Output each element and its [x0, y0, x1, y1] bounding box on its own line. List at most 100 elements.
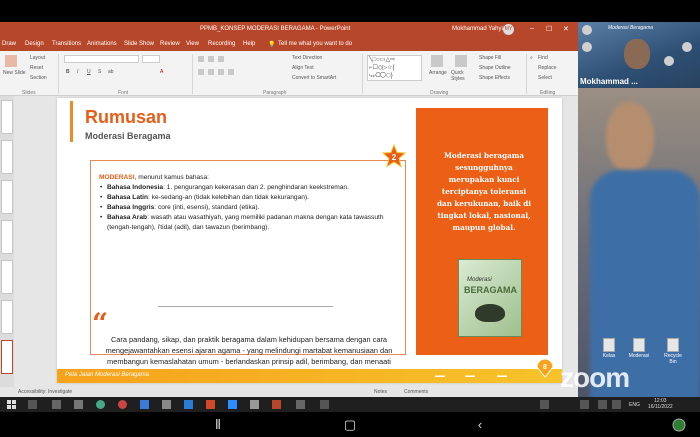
- app-icon[interactable]: [296, 400, 305, 409]
- volume-icon[interactable]: [612, 400, 621, 409]
- windows-start-icon[interactable]: [7, 400, 16, 409]
- clock[interactable]: 12:03 16/11/2022: [648, 398, 673, 410]
- tab-help[interactable]: Help: [243, 41, 255, 47]
- arrange-button[interactable]: Arrange: [429, 70, 447, 76]
- back-icon[interactable]: ‹: [470, 417, 490, 432]
- book-cover-image: Moderasi BERAGAMA: [458, 259, 522, 337]
- slide-thumbnail[interactable]: [1, 100, 13, 134]
- slide-canvas[interactable]: Rumusan Moderasi Beragama MODERASI, menu…: [57, 98, 562, 397]
- edge-icon[interactable]: [140, 400, 149, 409]
- list-item: Bahasa Inggris: core (inti, esensi), sta…: [99, 203, 399, 213]
- notes-button[interactable]: Notes: [374, 389, 387, 395]
- shape-effects-button[interactable]: Shape Effects: [479, 75, 510, 81]
- slide-thumbnail-selected[interactable]: [1, 340, 13, 374]
- search-icon[interactable]: [28, 400, 37, 409]
- footer-logo-icon: ▬▬: [465, 373, 475, 379]
- numbering-icon[interactable]: [208, 56, 214, 62]
- avatar[interactable]: MY: [503, 24, 514, 35]
- tab-review[interactable]: Review: [160, 41, 180, 47]
- tab-transitions[interactable]: Transitions: [52, 41, 81, 47]
- slide-thumbnail[interactable]: [1, 300, 13, 334]
- user-name[interactable]: Mokhammad Yahya: [452, 26, 505, 32]
- reset-button[interactable]: Reset: [30, 65, 43, 71]
- slide-thumbnail[interactable]: [1, 140, 13, 174]
- font-color-icon[interactable]: A: [160, 69, 163, 75]
- slide-thumbnail[interactable]: [1, 220, 13, 254]
- indent-icon[interactable]: [218, 56, 224, 62]
- bold-icon[interactable]: B: [66, 69, 70, 75]
- tab-animations[interactable]: Animations: [87, 41, 117, 47]
- align-right-icon[interactable]: [218, 69, 224, 75]
- text-direction-button[interactable]: Text Direction: [292, 55, 322, 61]
- shadow-icon[interactable]: S: [98, 69, 101, 75]
- align-center-icon[interactable]: [208, 69, 214, 75]
- select-button[interactable]: Select: [538, 75, 552, 81]
- zoom-video-main[interactable]: Kelas Moderasi Recycle Bin: [578, 88, 700, 398]
- slide-thumbnail[interactable]: [1, 180, 13, 214]
- powerpoint-taskbar-icon[interactable]: [272, 400, 281, 409]
- strikethrough-icon[interactable]: ab: [108, 69, 114, 75]
- recent-apps-icon[interactable]: ⦀: [208, 417, 228, 433]
- bullets-icon[interactable]: [198, 56, 204, 62]
- new-slide-button[interactable]: New Slide: [3, 70, 26, 76]
- quick-styles-button[interactable]: Quick Styles: [451, 70, 473, 82]
- tray-icon[interactable]: [580, 400, 589, 409]
- arrange-icon[interactable]: [431, 55, 443, 67]
- justify-icon[interactable]: [228, 69, 234, 75]
- smartart-button[interactable]: Convert to SmartArt: [292, 75, 336, 81]
- title-bar: PPMB_KONSEP MODERASI BERAGAMA - PowerPoi…: [0, 22, 578, 37]
- font-size-box[interactable]: [142, 55, 160, 63]
- shape-fill-button[interactable]: Shape Fill: [479, 55, 501, 61]
- tray-icon[interactable]: [540, 400, 549, 409]
- replace-button[interactable]: Replace: [538, 65, 556, 71]
- app-icon[interactable]: [162, 400, 171, 409]
- language-indicator[interactable]: ENG: [629, 402, 640, 408]
- tab-design[interactable]: Design: [25, 41, 44, 47]
- android-nav-bar: ⦀ ▢ ‹: [0, 412, 700, 437]
- new-slide-icon[interactable]: [5, 55, 17, 67]
- slide-thumbnail[interactable]: [1, 260, 13, 294]
- word-icon[interactable]: [184, 400, 193, 409]
- desktop-icon-kelas[interactable]: Kelas: [598, 338, 620, 359]
- underline-icon[interactable]: U: [87, 69, 91, 75]
- layout-button[interactable]: Layout: [30, 55, 45, 61]
- zoom-taskbar-icon[interactable]: [228, 400, 237, 409]
- chrome-icon[interactable]: [96, 400, 105, 409]
- explorer-icon[interactable]: [74, 400, 83, 409]
- align-left-icon[interactable]: [198, 69, 204, 75]
- font-name-box[interactable]: [64, 55, 139, 63]
- desktop-icon-moderasi[interactable]: Moderasi: [628, 338, 650, 359]
- tray-icon[interactable]: [598, 400, 607, 409]
- accessibility-status[interactable]: Accessibility: Investigate: [18, 389, 72, 395]
- desktop-icon-recycle-bin[interactable]: Recycle Bin: [662, 338, 684, 365]
- comments-button[interactable]: Comments: [404, 389, 428, 395]
- tab-recording[interactable]: Recording: [208, 41, 235, 47]
- shield-icon[interactable]: [672, 418, 686, 432]
- browser-icon[interactable]: [118, 400, 127, 409]
- minimize-icon[interactable]: –: [530, 25, 534, 32]
- app-icon[interactable]: [206, 400, 215, 409]
- task-view-icon[interactable]: [52, 400, 61, 409]
- shapes-gallery[interactable]: ╲□○▭△⇨ ⌐☐◇▷☆{⤷⤶▢◯⬡}: [367, 55, 422, 81]
- tell-me-box[interactable]: Tell me what you want to do: [278, 41, 352, 47]
- section-button[interactable]: Section: [30, 75, 47, 81]
- align-text-button[interactable]: Align Text: [292, 65, 314, 71]
- tab-draw[interactable]: Draw: [2, 41, 16, 47]
- taskbar: ENG 12:03 16/11/2022: [0, 397, 700, 412]
- home-icon[interactable]: ▢: [340, 417, 360, 433]
- quick-styles-icon[interactable]: [455, 55, 467, 67]
- find-button[interactable]: Find: [538, 55, 548, 61]
- tab-view[interactable]: View: [186, 41, 199, 47]
- close-icon[interactable]: ✕: [563, 25, 569, 33]
- slide-subtitle: Moderasi Beragama: [85, 131, 171, 141]
- group-editing: Editing: [540, 90, 556, 96]
- maximize-icon[interactable]: ☐: [546, 25, 552, 33]
- app-icon[interactable]: [320, 400, 329, 409]
- tab-slide-show[interactable]: Slide Show: [124, 41, 154, 47]
- search-icon[interactable]: ⌕: [530, 55, 533, 61]
- italic-icon[interactable]: I: [77, 69, 78, 75]
- app-icon[interactable]: [250, 400, 259, 409]
- zoom-video-speaker[interactable]: Moderasi Beragama Mokhammad ...: [578, 22, 700, 88]
- speaker-video-tile[interactable]: Moderasi Beragama Mokhammad ...: [578, 22, 700, 88]
- shape-outline-button[interactable]: Shape Outline: [479, 65, 511, 71]
